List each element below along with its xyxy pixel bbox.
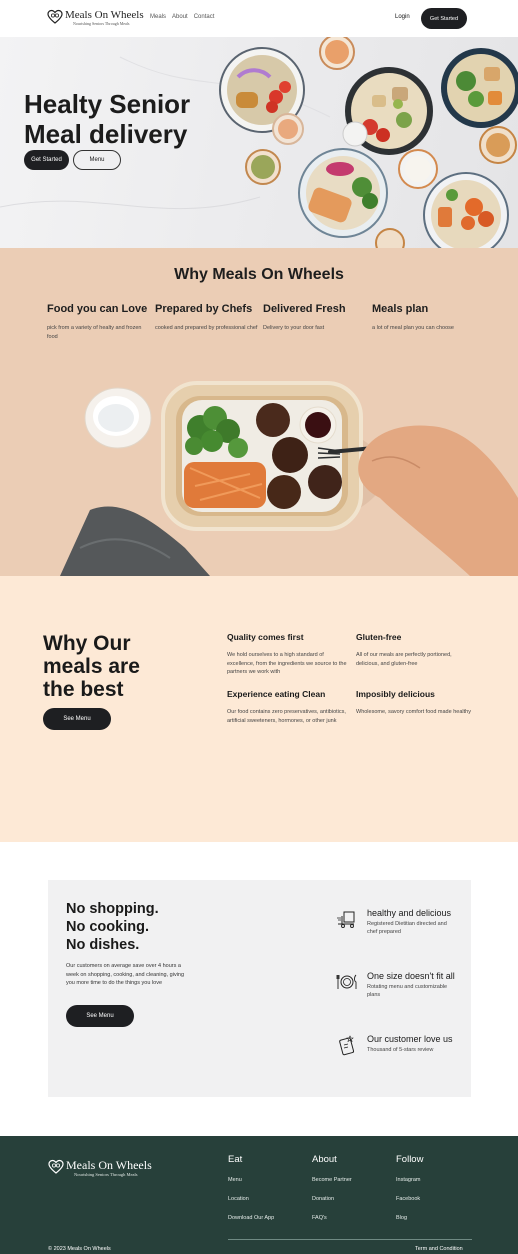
nav-link-meals[interactable]: Meals: [150, 14, 166, 20]
benefit-text: Wholesome, savory comfort food made heal…: [356, 709, 471, 715]
footer-column-title: Eat: [228, 1154, 243, 1165]
footer-link-menu[interactable]: Menu: [228, 1177, 274, 1183]
benefit-text: All of our meals are perfectly portioned…: [356, 652, 452, 667]
benefit-text: We hold ourselves to a high standard of …: [227, 652, 347, 675]
feature-title: Food you can Love: [47, 303, 148, 315]
feature-text: pick from a variety of healty and frozen…: [47, 325, 142, 340]
heart-logo-icon: [47, 9, 63, 24]
feature-text: a lot of meal plan you can choose: [372, 325, 454, 331]
footer-link-blog[interactable]: Blog: [396, 1215, 423, 1221]
benefit-gluten-free: Gluten-free All of our meals are perfect…: [356, 632, 476, 668]
login-link[interactable]: Login: [395, 14, 410, 20]
feature-text: Delivery to your door fast: [263, 325, 325, 331]
no-shopping-title: No shopping. No cooking. No dishes.: [66, 900, 216, 954]
hero-section: Healty Senior Meal delivery Get Started …: [0, 37, 518, 248]
benefit-quality: Quality comes first We hold ourselves to…: [227, 632, 347, 677]
footer-brand-tagline: Nourishing Seniors Through Meals: [74, 1172, 138, 1177]
feature-prepared-by-chefs: Prepared by Chefs cooked and prepared by…: [155, 303, 261, 333]
benefit-title: Gluten-free: [356, 632, 402, 642]
no-shopping-text: Our customers on average save over 4 hou…: [66, 963, 185, 986]
hero-menu-button[interactable]: Menu: [73, 150, 121, 170]
service-feature-text: Registered Dietitian directed and chef p…: [367, 921, 447, 935]
why-section: Why Meals On Wheels Food you can Love pi…: [0, 248, 518, 576]
nav-link-about[interactable]: About: [172, 14, 188, 20]
brand-logo[interactable]: Meals On Wheels Nourishing Seniors Throu…: [47, 9, 144, 26]
best-title-line-3: the best: [43, 678, 124, 701]
service-feature-title: Our customer love us: [367, 1034, 453, 1044]
footer-column-title: About: [312, 1154, 337, 1165]
feature-title: Meals plan: [372, 303, 429, 315]
service-feature-title: healthy and delicious: [367, 908, 452, 918]
hero-title-line-2: Meal delivery: [24, 119, 188, 149]
feature-title: Prepared by Chefs: [155, 303, 253, 315]
plate-cutlery-icon: [336, 974, 357, 989]
review-phone-icon: [339, 1035, 355, 1056]
footer-link-become-partner[interactable]: Become Partner: [312, 1177, 352, 1183]
service-feature-text: Thousand of 5-stars review: [367, 1047, 434, 1053]
footer-link-instagram[interactable]: Instagram: [396, 1177, 423, 1183]
service-feature-text: Rotating menu and customizable plans: [367, 984, 448, 998]
footer-link-location[interactable]: Location: [228, 1196, 274, 1202]
no-shopping-title-line-2: No cooking.: [66, 919, 149, 935]
nav-link-contact[interactable]: Contact: [194, 14, 215, 20]
footer-link-facebook[interactable]: Facebook: [396, 1196, 423, 1202]
benefit-title: Imposibly delicious: [356, 689, 435, 699]
hero-get-started-button[interactable]: Get Started: [24, 150, 69, 170]
hero-title-line-1: Healty Senior: [24, 89, 191, 119]
benefit-title: Experience eating Clean: [227, 689, 326, 699]
best-title-line-1: Why Our: [43, 632, 131, 655]
footer-column-about: About Become Partner Donation FAQ's: [312, 1154, 352, 1234]
footer-divider: [228, 1239, 472, 1240]
best-meals-section: Why Our meals are the best See Menu Qual…: [0, 576, 518, 842]
see-menu-button-2[interactable]: See Menu: [66, 1005, 134, 1027]
benefit-delicious: Imposibly delicious Wholesome, savory co…: [356, 689, 476, 717]
service-feature-one-size: One size doesn't fit all Rotating menu a…: [336, 971, 456, 999]
footer-column-follow: Follow Instagram Facebook Blog: [396, 1154, 423, 1234]
benefit-text: Our food contains zero preservatives, an…: [227, 709, 346, 724]
best-title-line-2: meals are: [43, 655, 140, 678]
feature-food-you-can-love: Food you can Love pick from a variety of…: [47, 303, 153, 342]
feature-text: cooked and prepared by professional chef: [155, 325, 258, 331]
footer-link-faqs[interactable]: FAQ's: [312, 1215, 352, 1221]
no-shopping-title-line-3: No dishes.: [66, 937, 140, 953]
get-started-button[interactable]: Get Started: [421, 8, 467, 29]
site-footer: Meals On Wheels Nourishing Seniors Throu…: [0, 1136, 518, 1254]
meal-tray-image: [60, 381, 518, 576]
footer-brand-name: Meals On Wheels: [66, 1158, 152, 1172]
footer-link-donation[interactable]: Donation: [312, 1196, 352, 1202]
no-shopping-title-line-1: No shopping.: [66, 901, 159, 917]
service-feature-healthy: healthy and delicious Registered Dietiti…: [336, 908, 456, 936]
footer-column-eat: Eat Menu Location Download Our App: [228, 1154, 274, 1234]
footer-link-download-app[interactable]: Download Our App: [228, 1215, 274, 1221]
see-menu-button[interactable]: See Menu: [43, 708, 111, 730]
no-shopping-card: No shopping. No cooking. No dishes. Our …: [48, 880, 471, 1097]
brand-name: Meals On Wheels: [65, 9, 144, 21]
feature-delivered-fresh: Delivered Fresh Delivery to your door fa…: [263, 303, 369, 333]
feature-meals-plan: Meals plan a lot of meal plan you can ch…: [372, 303, 478, 333]
delivery-cart-icon: [337, 911, 355, 928]
top-navigation: Meals On Wheels Nourishing Seniors Throu…: [0, 0, 518, 37]
why-section-title: Why Meals On Wheels: [174, 266, 344, 283]
footer-terms-link[interactable]: Term and Condition: [415, 1246, 463, 1252]
benefit-eating-clean: Experience eating Clean Our food contain…: [227, 689, 347, 725]
service-feature-title: One size doesn't fit all: [367, 971, 455, 981]
service-feature-customer-love: Our customer love us Thousand of 5-stars…: [336, 1034, 456, 1056]
benefit-title: Quality comes first: [227, 632, 304, 642]
footer-copyright: © 2023 Meals On Wheels: [48, 1246, 111, 1252]
heart-logo-icon: [48, 1159, 64, 1174]
nav-links: Meals About Contact: [150, 14, 214, 20]
feature-title: Delivered Fresh: [263, 303, 346, 315]
best-section-title: Why Our meals are the best: [43, 632, 193, 701]
footer-logo[interactable]: Meals On Wheels Nourishing Seniors Throu…: [48, 1159, 152, 1177]
hero-title: Healty Senior Meal delivery: [24, 89, 224, 149]
footer-column-title: Follow: [396, 1154, 424, 1165]
brand-tagline: Nourishing Seniors Through Meals: [73, 21, 130, 26]
